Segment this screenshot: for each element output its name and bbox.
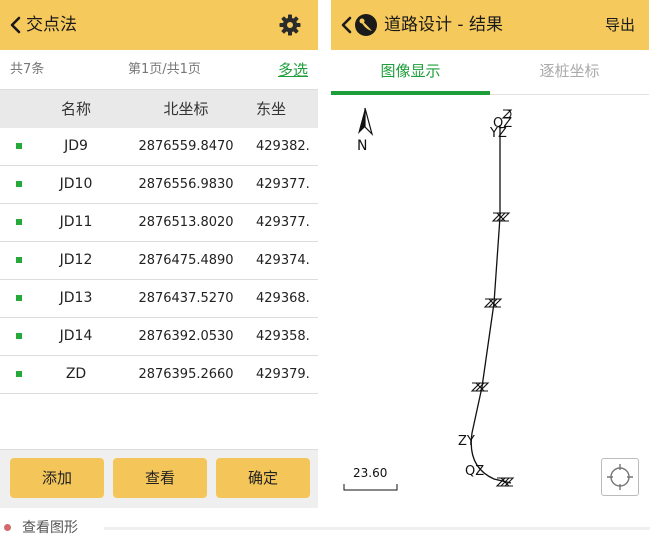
row-name: JD14	[59, 328, 93, 344]
row-marker	[16, 333, 22, 339]
row-north: 2876513.8020	[138, 215, 234, 230]
table-row[interactable]: JD12 2876475.4890 429374.	[0, 242, 318, 280]
table-row[interactable]: JD14 2876392.0530 429358.	[0, 318, 318, 356]
export-button[interactable]: 导出	[605, 13, 635, 37]
row-marker	[16, 295, 22, 301]
bottom-action-bar: 添加 查看 确定	[0, 449, 318, 508]
table-row[interactable]: JD11 2876513.8020 429377.	[0, 204, 318, 242]
caption-text: 查看图形	[22, 520, 78, 536]
row-name: JD11	[59, 214, 93, 230]
figure-caption: 查看图形	[4, 518, 654, 538]
locate-button[interactable]	[601, 458, 639, 496]
row-east: 429377.	[256, 177, 310, 192]
row-name: JD13	[59, 290, 93, 306]
right-top-bar: 道路设计 - 结果 导出	[331, 0, 649, 50]
caption-divider	[104, 527, 650, 530]
north-arrow-icon	[358, 107, 374, 137]
row-name: JD9	[64, 138, 88, 154]
total-count: 共7条	[10, 62, 45, 77]
row-east: 429382.	[256, 139, 310, 154]
marker-cluster	[491, 212, 511, 222]
scale-value: 23.60	[353, 466, 388, 480]
row-marker	[16, 257, 22, 263]
row-east: 429358.	[256, 329, 310, 344]
marker-cluster	[470, 382, 490, 392]
left-screen: 交点法 共7条 第1页/共1页 多选 名称 北坐标 东坐 JD9 2876559…	[0, 0, 318, 508]
row-north: 2876556.9830	[138, 177, 234, 192]
row-marker	[16, 143, 22, 149]
row-north: 2876395.2660	[138, 367, 234, 382]
road-alignment-line	[470, 125, 512, 484]
road-plan-canvas[interactable]: N QZ YZ ZY QZ 23.60	[331, 95, 649, 508]
caption-bullet	[4, 524, 11, 531]
left-top-bar: 交点法	[0, 0, 318, 50]
right-screen: 道路设计 - 结果 导出 图像显示 逐桩坐标 N QZ YZ ZY QZ 23.…	[331, 0, 649, 508]
gear-icon[interactable]	[278, 13, 302, 37]
column-header-name: 名称	[60, 100, 91, 118]
page-title: 交点法	[26, 15, 77, 35]
chevron-left-icon[interactable]	[6, 13, 26, 37]
table-row[interactable]: ZD 2876395.2660 429379.	[0, 356, 318, 394]
table-row[interactable]: JD13 2876437.5270 429368.	[0, 280, 318, 318]
row-name: JD12	[59, 252, 93, 268]
north-label: N	[357, 138, 368, 154]
road-alignment-drawing	[343, 107, 515, 491]
tab-graphic[interactable]: 图像显示	[331, 50, 490, 95]
row-marker	[16, 219, 22, 225]
view-tabs: 图像显示 逐桩坐标	[331, 50, 649, 95]
row-north: 2876475.4890	[138, 253, 234, 268]
row-north: 2876559.8470	[138, 139, 234, 154]
row-east: 429379.	[256, 367, 310, 382]
table-header: 名称 北坐标 东坐	[0, 90, 318, 128]
scale-bar	[343, 484, 398, 491]
row-east: 429374.	[256, 253, 310, 268]
app-logo-icon	[355, 14, 377, 36]
points-table: 名称 北坐标 东坐 JD9 2876559.8470 429382. JD10 …	[0, 90, 318, 394]
point-label-qz: QZ	[465, 464, 485, 479]
locate-target-icon	[607, 464, 633, 490]
point-label-zy: ZY	[458, 434, 475, 449]
row-marker	[16, 371, 22, 377]
row-east: 429377.	[256, 215, 310, 230]
row-east: 429368.	[256, 291, 310, 306]
multi-select-link[interactable]: 多选	[278, 50, 308, 90]
view-button[interactable]: 查看	[113, 458, 207, 498]
page-title: 道路设计 - 结果	[384, 15, 503, 35]
row-marker	[16, 181, 22, 187]
row-name: JD10	[59, 176, 93, 192]
marker-cluster	[495, 477, 515, 487]
row-name: ZD	[65, 366, 87, 382]
confirm-button[interactable]: 确定	[216, 458, 310, 498]
pager-bar: 共7条 第1页/共1页 多选	[0, 50, 318, 90]
tab-stake-coordinates[interactable]: 逐桩坐标	[490, 50, 649, 95]
page-indicator: 第1页/共1页	[128, 62, 201, 77]
column-header-east: 东坐	[256, 100, 287, 118]
row-north: 2876392.0530	[138, 329, 234, 344]
point-label-yz: YZ	[490, 126, 507, 141]
table-row[interactable]: JD10 2876556.9830 429377.	[0, 166, 318, 204]
add-button[interactable]: 添加	[10, 458, 104, 498]
table-row[interactable]: JD9 2876559.8470 429382.	[0, 128, 318, 166]
column-header-north: 北坐标	[163, 100, 209, 118]
row-north: 2876437.5270	[138, 291, 234, 306]
